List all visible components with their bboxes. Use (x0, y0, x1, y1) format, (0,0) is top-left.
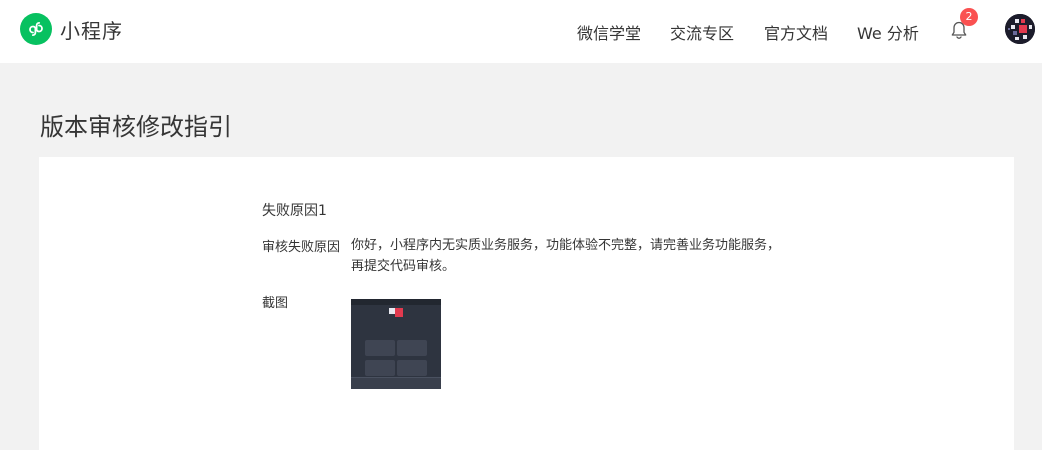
nav-link-we-analytics[interactable]: We 分析 (857, 20, 919, 44)
nav-link-wechat-academy[interactable]: 微信学堂 (577, 20, 641, 44)
failure-section-title: 失败原因1 (262, 203, 327, 219)
notification-badge: 2 (960, 8, 978, 26)
review-screenshot-thumbnail[interactable] (351, 299, 441, 389)
mini-program-logo-icon (20, 13, 52, 45)
screenshot-label: 截图 (262, 296, 289, 311)
thumbnail-button (365, 340, 395, 356)
thumbnail-button (397, 360, 427, 376)
logo[interactable]: 小程序 (20, 13, 123, 45)
content-card (39, 157, 1014, 450)
top-navigation-bar: 小程序 微信学堂 交流专区 官方文档 We 分析 2 (0, 0, 1042, 63)
page-title: 版本审核修改指引 (40, 113, 232, 141)
avatar[interactable] (1005, 14, 1035, 44)
thumbnail-tab-bar (351, 377, 441, 389)
app-name: 小程序 (60, 18, 123, 43)
thumbnail-button (365, 360, 395, 376)
reason-label: 审核失败原因 (262, 240, 341, 255)
thumbnail-status-bar (351, 299, 441, 305)
nav-link-official-docs[interactable]: 官方文档 (764, 20, 828, 44)
nav-link-community[interactable]: 交流专区 (670, 20, 734, 44)
reason-text: 你好，小程序内无实质业务服务，功能体验不完整，请完善业务功能服务，再提交代码审核… (351, 238, 781, 274)
thumbnail-button (397, 340, 427, 356)
